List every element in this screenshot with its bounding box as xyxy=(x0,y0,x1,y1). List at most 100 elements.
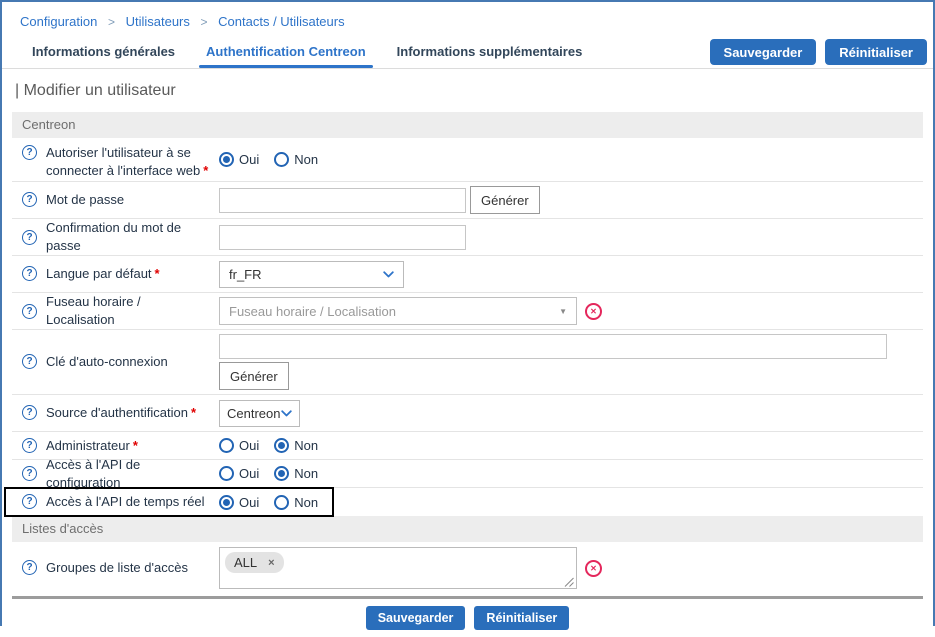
save-button[interactable]: Sauvegarder xyxy=(710,39,817,65)
form-row-api-realtime: ? Accès à l'API de temps réel Oui Non xyxy=(12,488,923,516)
section-header-centreon: Centreon xyxy=(12,112,923,138)
help-icon[interactable]: ? xyxy=(22,192,37,207)
section-header-access-lists: Listes d'accès xyxy=(12,516,923,542)
breadcrumb: Configuration > Utilisateurs > Contacts … xyxy=(2,2,933,36)
field-label: Confirmation du mot de passe xyxy=(46,219,211,254)
radio-option-oui[interactable]: Oui xyxy=(219,152,259,167)
generate-password-button[interactable]: Générer xyxy=(470,186,540,214)
radio-unchecked-icon[interactable] xyxy=(219,466,234,481)
breadcrumb-separator: > xyxy=(201,15,208,29)
tag-label: ALL xyxy=(234,555,257,570)
form-row-allow-web-login: ? Autoriser l'utilisateur à se connecter… xyxy=(12,138,923,182)
radio-option-oui[interactable]: Oui xyxy=(219,495,259,510)
tag-remove-icon[interactable]: × xyxy=(268,557,274,569)
autologin-key-input[interactable] xyxy=(219,334,887,359)
form-row-autologin-key: ? Clé d'auto-connexion Générer xyxy=(12,330,923,395)
language-select[interactable]: fr_FR xyxy=(219,261,404,288)
footer-save-button[interactable]: Sauvegarder xyxy=(366,606,466,630)
field-label: Accès à l'API de configuration xyxy=(46,456,211,491)
form-row-password: ? Mot de passe Générer xyxy=(12,182,923,219)
radio-checked-icon[interactable] xyxy=(274,466,289,481)
field-label: Administrateur* xyxy=(46,437,138,455)
help-icon[interactable]: ? xyxy=(22,494,37,509)
help-icon[interactable]: ? xyxy=(22,438,37,453)
page-title: | Modifier un utilisateur xyxy=(2,69,933,112)
radio-unchecked-icon[interactable] xyxy=(274,152,289,167)
radio-option-non[interactable]: Non xyxy=(274,438,318,453)
timezone-placeholder: Fuseau horaire / Localisation xyxy=(229,304,396,319)
radio-checked-icon[interactable] xyxy=(219,495,234,510)
chevron-down-icon xyxy=(383,271,394,278)
form-row-api-configuration: ? Accès à l'API de configuration Oui Non xyxy=(12,460,923,488)
tab-informations-generales[interactable]: Informations générales xyxy=(30,37,177,68)
radio-unchecked-icon[interactable] xyxy=(219,438,234,453)
help-icon[interactable]: ? xyxy=(22,266,37,281)
form-row-acl-groups: ? Groupes de liste d'accès ALL × ✕ xyxy=(12,542,923,594)
clear-timezone-icon[interactable]: ✕ xyxy=(585,303,602,320)
radio-unchecked-icon[interactable] xyxy=(274,495,289,510)
field-label: Groupes de liste d'accès xyxy=(46,559,188,577)
auth-source-select[interactable]: Centreon xyxy=(219,400,300,427)
radio-checked-icon[interactable] xyxy=(219,152,234,167)
field-label: Accès à l'API de temps réel xyxy=(46,493,205,511)
radio-option-non[interactable]: Non xyxy=(274,152,318,167)
field-label: Langue par défaut* xyxy=(46,265,160,283)
required-marker: * xyxy=(191,405,196,420)
radio-checked-icon[interactable] xyxy=(274,438,289,453)
required-marker: * xyxy=(155,266,160,281)
help-icon[interactable]: ? xyxy=(22,145,37,160)
radio-label: Non xyxy=(294,152,318,167)
help-icon[interactable]: ? xyxy=(22,304,37,319)
radio-label: Oui xyxy=(239,466,259,481)
breadcrumb-utilisateurs[interactable]: Utilisateurs xyxy=(126,14,190,29)
help-icon[interactable]: ? xyxy=(22,466,37,481)
breadcrumb-configuration[interactable]: Configuration xyxy=(20,14,97,29)
radio-option-non[interactable]: Non xyxy=(274,495,318,510)
radio-label: Non xyxy=(294,495,318,510)
radio-label: Non xyxy=(294,438,318,453)
radio-label: Oui xyxy=(239,152,259,167)
field-label: Mot de passe xyxy=(46,191,124,209)
dropdown-arrow-icon: ▼ xyxy=(559,307,567,316)
chevron-down-icon xyxy=(281,410,292,417)
acl-groups-multiselect[interactable]: ALL × xyxy=(219,547,577,589)
tag-all: ALL × xyxy=(225,552,284,573)
field-label: Autoriser l'utilisateur à se connecter à… xyxy=(46,144,211,179)
tabs-bar: Informations générales Authentification … xyxy=(2,36,933,69)
form-row-language: ? Langue par défaut* fr_FR xyxy=(12,256,923,293)
auth-source-value: Centreon xyxy=(227,406,280,421)
help-icon[interactable]: ? xyxy=(22,230,37,245)
field-label: Fuseau horaire / Localisation xyxy=(46,293,211,328)
radio-label: Oui xyxy=(239,438,259,453)
resize-handle-icon[interactable] xyxy=(564,577,574,587)
radio-option-oui[interactable]: Oui xyxy=(219,438,259,453)
radio-label: Non xyxy=(294,466,318,481)
required-marker: * xyxy=(203,163,208,178)
radio-option-oui[interactable]: Oui xyxy=(219,466,259,481)
help-icon[interactable]: ? xyxy=(22,354,37,369)
reset-button[interactable]: Réinitialiser xyxy=(825,39,927,65)
footer-reset-button[interactable]: Réinitialiser xyxy=(474,606,569,630)
form-row-timezone: ? Fuseau horaire / Localisation Fuseau h… xyxy=(12,293,923,330)
password-input[interactable] xyxy=(219,188,466,213)
language-select-value: fr_FR xyxy=(229,267,262,282)
clear-acl-groups-icon[interactable]: ✕ xyxy=(585,560,602,577)
tab-authentification-centreon[interactable]: Authentification Centreon xyxy=(204,37,368,68)
form-row-auth-source: ? Source d'authentification* Centreon xyxy=(12,395,923,432)
help-icon[interactable]: ? xyxy=(22,405,37,420)
generate-key-button[interactable]: Générer xyxy=(219,362,289,390)
breadcrumb-separator: > xyxy=(108,15,115,29)
breadcrumb-contacts-utilisateurs[interactable]: Contacts / Utilisateurs xyxy=(218,14,344,29)
tab-informations-supplementaires[interactable]: Informations supplémentaires xyxy=(395,37,585,68)
required-marker: * xyxy=(133,438,138,453)
form-content: Centreon ? Autoriser l'utilisateur à se … xyxy=(12,112,923,594)
field-label: Source d'authentification* xyxy=(46,404,196,422)
password-confirm-input[interactable] xyxy=(219,225,466,250)
field-label: Clé d'auto-connexion xyxy=(46,353,168,371)
help-icon[interactable]: ? xyxy=(22,560,37,575)
form-row-password-confirm: ? Confirmation du mot de passe xyxy=(12,219,923,256)
radio-label: Oui xyxy=(239,495,259,510)
timezone-select[interactable]: Fuseau horaire / Localisation ▼ xyxy=(219,297,577,325)
footer-actions: Sauvegarder Réinitialiser xyxy=(2,599,933,637)
radio-option-non[interactable]: Non xyxy=(274,466,318,481)
